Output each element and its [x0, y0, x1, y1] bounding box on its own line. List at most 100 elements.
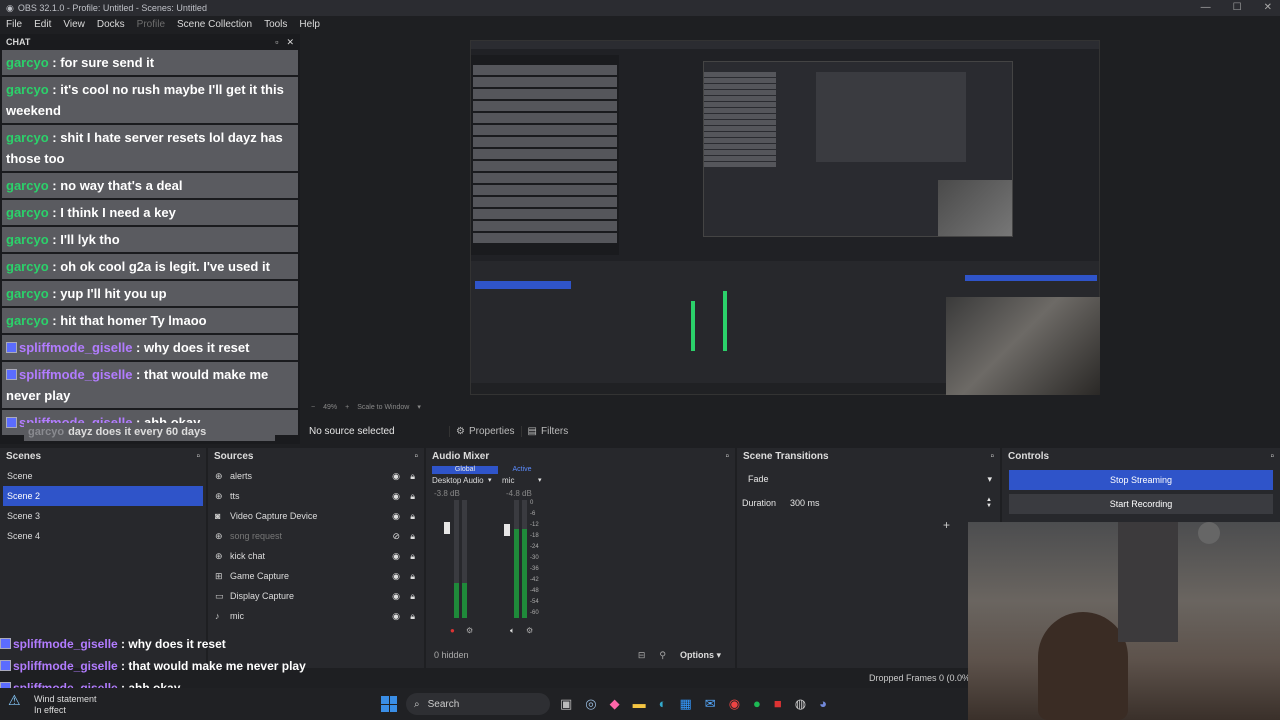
minimize-button[interactable]: —: [1201, 2, 1211, 13]
chat-username[interactable]: spliffmode_giselle: [19, 340, 132, 355]
start-recording-button[interactable]: Start Recording: [1009, 494, 1273, 514]
task-view-icon[interactable]: ▣: [560, 696, 572, 712]
stop-streaming-button[interactable]: Stop Streaming: [1009, 470, 1273, 490]
eye-icon[interactable]: ◉: [392, 591, 400, 602]
app-icon[interactable]: ■: [774, 696, 782, 712]
lock-icon[interactable]: 🔒︎: [410, 471, 415, 482]
chat-username[interactable]: garcyo: [6, 55, 49, 70]
source-item[interactable]: ⊕ kick chat ◉ 🔒︎: [208, 546, 424, 566]
chevron-down-icon[interactable]: ▾: [538, 476, 542, 484]
discord-icon[interactable]: ◕: [819, 696, 827, 712]
mixer-tab-global[interactable]: Global: [432, 466, 498, 474]
source-item[interactable]: ▭ Display Capture ◉ 🔒︎: [208, 586, 424, 606]
properties-button[interactable]: ⚙ Properties: [449, 425, 521, 437]
settings-icon[interactable]: ⚙: [466, 626, 473, 635]
lock-icon[interactable]: 🔒︎: [410, 531, 415, 542]
mixer-options-button[interactable]: Options ▾: [680, 650, 721, 661]
transition-select[interactable]: Fade ▾: [745, 470, 992, 488]
eye-icon[interactable]: ◉: [392, 611, 400, 622]
channel-desktop-name[interactable]: Desktop Audio: [432, 476, 494, 487]
lock-icon[interactable]: 🔒︎: [410, 551, 415, 562]
app-icon[interactable]: ◆: [610, 696, 620, 712]
mute-icon[interactable]: ●: [450, 626, 455, 635]
edge-icon[interactable]: ◐: [659, 696, 667, 712]
lock-icon[interactable]: 🔒︎: [410, 491, 415, 502]
undock-icon[interactable]: ▫: [990, 451, 994, 462]
chat-username[interactable]: garcyo: [6, 313, 49, 328]
channel-mic-name[interactable]: mic: [502, 476, 542, 487]
volume-slider-handle[interactable]: [504, 524, 510, 536]
chevron-down-icon[interactable]: ▾: [417, 403, 421, 411]
eye-icon[interactable]: ◉: [392, 551, 400, 562]
eye-icon[interactable]: ◉: [392, 511, 400, 522]
menu-help[interactable]: Help: [293, 19, 326, 30]
scene-item[interactable]: Scene 3: [0, 506, 206, 526]
maximize-button[interactable]: ☐: [1233, 2, 1242, 13]
undock-icon[interactable]: ▫: [275, 37, 278, 48]
lock-icon[interactable]: 🔒︎: [410, 611, 415, 622]
lock-icon[interactable]: 🔒︎: [410, 571, 415, 582]
obs-icon[interactable]: ◍: [795, 696, 806, 712]
chrome-icon[interactable]: ◉: [729, 696, 740, 712]
close-icon[interactable]: ✕: [286, 37, 294, 48]
source-item[interactable]: ⊕ tts ◉ 🔒︎: [208, 486, 424, 506]
chat-username[interactable]: spliffmode_giselle: [19, 367, 132, 382]
filters-button[interactable]: ▤ Filters: [520, 425, 575, 437]
menu-docks[interactable]: Docks: [91, 19, 131, 30]
scene-item[interactable]: Scene: [0, 466, 206, 486]
source-item[interactable]: ♪ mic ◉ 🔒︎: [208, 606, 424, 626]
stepper-icon[interactable]: ▲ ▼: [986, 497, 992, 509]
scene-item[interactable]: Scene 4: [0, 526, 206, 546]
scene-item-selected[interactable]: Scene 2: [3, 486, 203, 506]
start-icon[interactable]: [381, 696, 397, 712]
spotify-icon[interactable]: ●: [753, 696, 761, 712]
speaker-icon[interactable]: 🔈︎: [510, 626, 515, 636]
lock-icon[interactable]: 🔒︎: [410, 511, 415, 522]
outlook-icon[interactable]: ✉: [705, 696, 716, 712]
chat-username[interactable]: garcyo: [6, 178, 49, 193]
taskbar-search[interactable]: ⌕ Search: [406, 693, 550, 715]
chat-username[interactable]: garcyo: [6, 130, 49, 145]
zoom-out-icon[interactable]: −: [311, 404, 315, 411]
chat-username[interactable]: garcyo: [6, 205, 49, 220]
zoom-in-icon[interactable]: +: [345, 404, 349, 411]
chat-username[interactable]: garcyo: [6, 232, 49, 247]
lock-icon[interactable]: 🔒︎: [410, 591, 415, 602]
source-item[interactable]: ⊕ alerts ◉ 🔒︎: [208, 466, 424, 486]
menu-edit[interactable]: Edit: [28, 19, 57, 30]
undock-icon[interactable]: ▫: [414, 451, 418, 462]
chat-username[interactable]: garcyo: [6, 82, 49, 97]
menu-file[interactable]: File: [0, 19, 28, 30]
duration-input[interactable]: 300 ms: [790, 498, 986, 508]
eye-icon[interactable]: ◉: [392, 471, 400, 482]
undock-icon[interactable]: ▫: [196, 451, 200, 462]
menu-view[interactable]: View: [57, 19, 91, 30]
eye-icon[interactable]: ◉: [392, 571, 400, 582]
menu-profile[interactable]: Profile: [131, 19, 171, 30]
chevron-down-icon[interactable]: ▾: [488, 476, 492, 484]
eye-hidden-icon[interactable]: ⊘: [392, 531, 400, 542]
chat-message-list[interactable]: garcyo : for sure send it garcyo : it's c…: [2, 50, 298, 452]
undock-icon[interactable]: ▫: [1270, 451, 1274, 462]
source-item[interactable]: ◙ Video Capture Device ◉ 🔒︎: [208, 506, 424, 526]
menu-tools[interactable]: Tools: [258, 19, 293, 30]
volume-slider-handle[interactable]: [444, 522, 450, 534]
eye-icon[interactable]: ◉: [392, 491, 400, 502]
chat-username[interactable]: garcyo: [6, 259, 49, 274]
source-item[interactable]: ⊞ Game Capture ◉ 🔒︎: [208, 566, 424, 586]
weather-widget[interactable]: Wind statement In effect: [34, 694, 97, 716]
undock-icon[interactable]: ▫: [725, 451, 729, 462]
mixer-tab-active[interactable]: Active: [502, 466, 542, 474]
store-icon[interactable]: ▦: [680, 696, 692, 712]
weather-icon[interactable]: ⚠: [8, 692, 32, 716]
steam-icon[interactable]: ◎: [585, 696, 596, 712]
folder-icon[interactable]: ▬: [633, 696, 646, 712]
source-item[interactable]: ⊕ song request ⊘ 🔒︎: [208, 526, 424, 546]
zoom-mode[interactable]: Scale to Window: [357, 404, 409, 411]
layout-icon[interactable]: ⊟: [638, 650, 646, 661]
close-window-button[interactable]: ✕: [1264, 2, 1272, 13]
menu-scene-collection[interactable]: Scene Collection: [171, 19, 258, 30]
link-icon[interactable]: ⚲: [659, 650, 666, 661]
add-transition-button[interactable]: +: [943, 518, 950, 532]
chat-username[interactable]: garcyo: [6, 286, 49, 301]
